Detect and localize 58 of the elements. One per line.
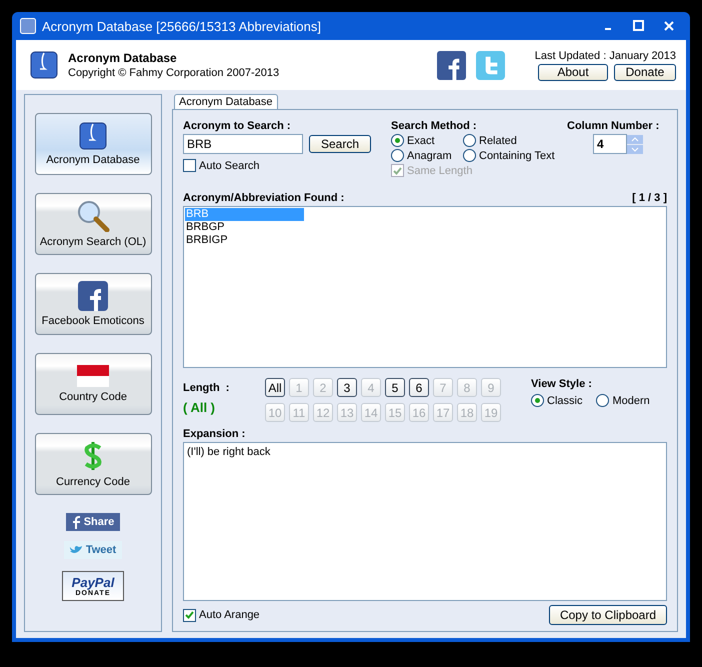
sidebar-button[interactable]: Acronym Database [34,113,152,175]
sidebar-button[interactable]: Currency Code [34,433,152,495]
copy-to-clipboard-button[interactable]: Copy to Clipboard [549,605,667,625]
results-list[interactable]: BRB BRBGP BRBIGP [183,206,667,368]
search-label: Acronym to Search : [183,120,292,132]
radio-button[interactable]: Anagram [391,149,463,162]
tweet-button[interactable]: Tweet [64,541,122,559]
facebook-icon [78,281,108,311]
bird-icon [70,545,82,555]
window-title: Acronym Database [25666/15313 Abbreviations] [42,18,322,34]
list-item[interactable]: BRBGP [185,221,304,234]
sidebar-button[interactable]: Acronym Search (OL) [34,193,152,255]
expansion-label: Expansion : [183,428,246,440]
expansion-text: (I'll) be right back [187,446,270,458]
length-button[interactable]: 5 [385,378,405,397]
facebook-icon [72,515,80,529]
magnifier-icon [76,200,110,232]
result-counter: [ 1 / 3 ] [632,192,667,204]
column-number-field[interactable]: 4 [593,134,627,154]
auto-arrange-checkbox[interactable]: Auto Arange [183,608,260,622]
maximize-icon[interactable] [632,20,646,32]
checkmark-icon [393,166,402,174]
flag-icon [77,365,109,387]
app-name: Acronym Database [68,51,178,65]
view-style-label: View Style : [531,378,593,390]
auto-search-checkbox[interactable]: Auto Search [183,159,391,172]
radio-button[interactable]: Related [463,134,563,147]
length-label: Length : [183,382,230,394]
length-button[interactable]: 6 [409,378,429,397]
dollar-icon [82,440,104,472]
checkmark-icon [185,611,194,619]
app-icon [79,122,107,150]
last-updated-text: Last Updated : January 2013 [534,50,676,62]
donate-button[interactable]: Donate [614,64,676,80]
search-method-label: Search Method : [391,120,478,132]
length-value: ( All ) [183,400,216,415]
about-button[interactable]: About [538,64,608,80]
search-button[interactable]: Search [309,135,371,153]
sidebar-button[interactable]: Country Code [34,353,152,415]
radio-button[interactable]: Containing Text [463,149,563,162]
column-number-label: Column Number : [567,120,660,132]
results-label: Acronym/Abbreviation Found : [183,192,344,204]
radio-button[interactable]: Exact [391,134,463,147]
app-icon [30,51,58,79]
tab[interactable]: Acronym Database [174,94,278,109]
radio-button[interactable]: Modern [596,394,650,407]
sidebar-button[interactable]: Facebook Emoticons [34,273,152,335]
search-field[interactable]: BRB [183,134,303,154]
length-button[interactable]: 3 [337,378,357,397]
app-icon [20,18,36,34]
radio-button[interactable]: Classic [531,394,582,407]
list-item[interactable]: BRBIGP [185,234,304,247]
expansion-text-area[interactable]: (I'll) be right back [183,442,667,601]
facebook-icon[interactable] [436,50,466,80]
length-button[interactable]: All [265,378,285,397]
share-button[interactable]: Share [66,513,120,531]
close-icon[interactable] [662,20,676,32]
copyright-text: Copyright © Fahmy Corporation 2007-2013 [68,67,280,79]
